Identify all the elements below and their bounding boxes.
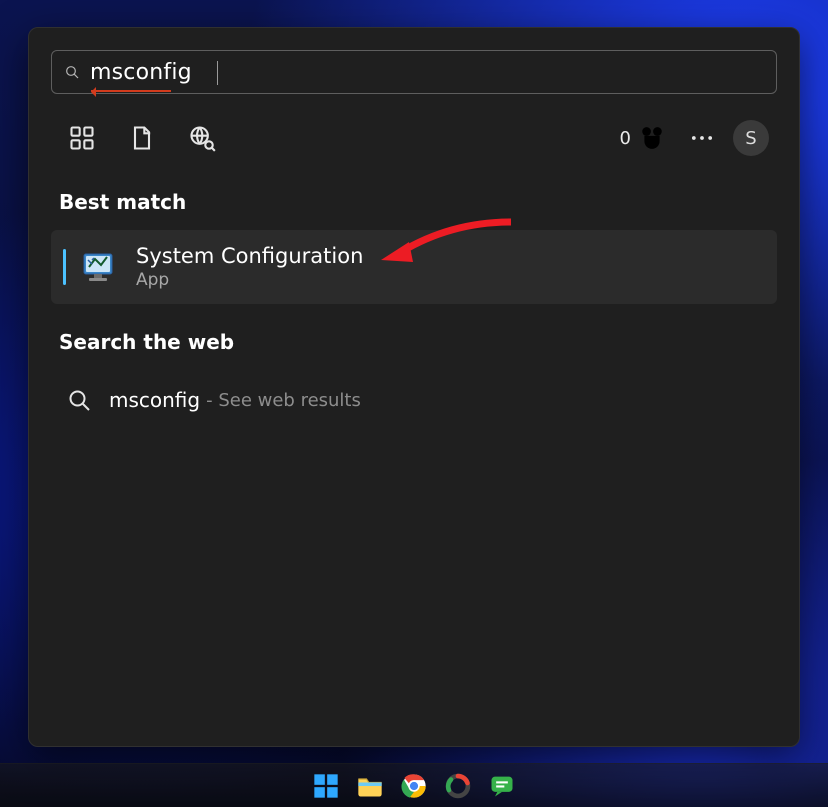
search-box[interactable] [51,50,777,94]
search-icon [64,64,80,80]
ring-icon [444,772,472,800]
taskbar-start-button[interactable] [312,772,340,800]
apps-icon [68,124,96,152]
globe-search-icon [188,124,216,152]
taskbar-chrome[interactable] [400,772,428,800]
search-icon [67,388,91,412]
taskbar-app-ring[interactable] [444,772,472,800]
start-search-panel: 0 S Best match [28,27,800,747]
web-search-result[interactable]: msconfig - See web results [51,376,777,424]
rewards-button[interactable]: 0 [610,115,675,161]
taskbar [0,763,828,807]
search-input[interactable] [90,60,764,85]
search-web-heading: Search the web [59,330,769,354]
web-filter-button[interactable] [179,115,225,161]
best-match-heading: Best match [59,190,769,214]
web-query: msconfig [109,388,200,412]
chat-icon [488,772,516,800]
result-subtitle: App [136,270,363,290]
chrome-icon [400,772,428,800]
best-match-result[interactable]: System Configuration App [51,230,777,304]
system-configuration-icon [78,246,120,288]
quick-filters-row: 0 S [51,112,777,164]
apps-filter-button[interactable] [59,115,105,161]
folder-icon [356,772,384,800]
avatar-initial: S [745,128,756,149]
taskbar-chat-app[interactable] [488,772,516,800]
more-button[interactable] [679,115,725,161]
ellipsis-icon [688,124,716,152]
rewards-icon [639,125,665,151]
documents-filter-button[interactable] [119,115,165,161]
rewards-count: 0 [620,128,631,149]
spellcheck-underline [91,90,171,92]
text-caret [217,61,218,85]
windows-start-icon [312,772,340,800]
avatar[interactable]: S [733,120,769,156]
document-icon [128,124,156,152]
result-title: System Configuration [136,244,363,268]
taskbar-file-explorer[interactable] [356,772,384,800]
selection-indicator [63,249,66,285]
web-query-suffix: - See web results [206,390,361,411]
annotation-arrow-icon [371,212,521,272]
